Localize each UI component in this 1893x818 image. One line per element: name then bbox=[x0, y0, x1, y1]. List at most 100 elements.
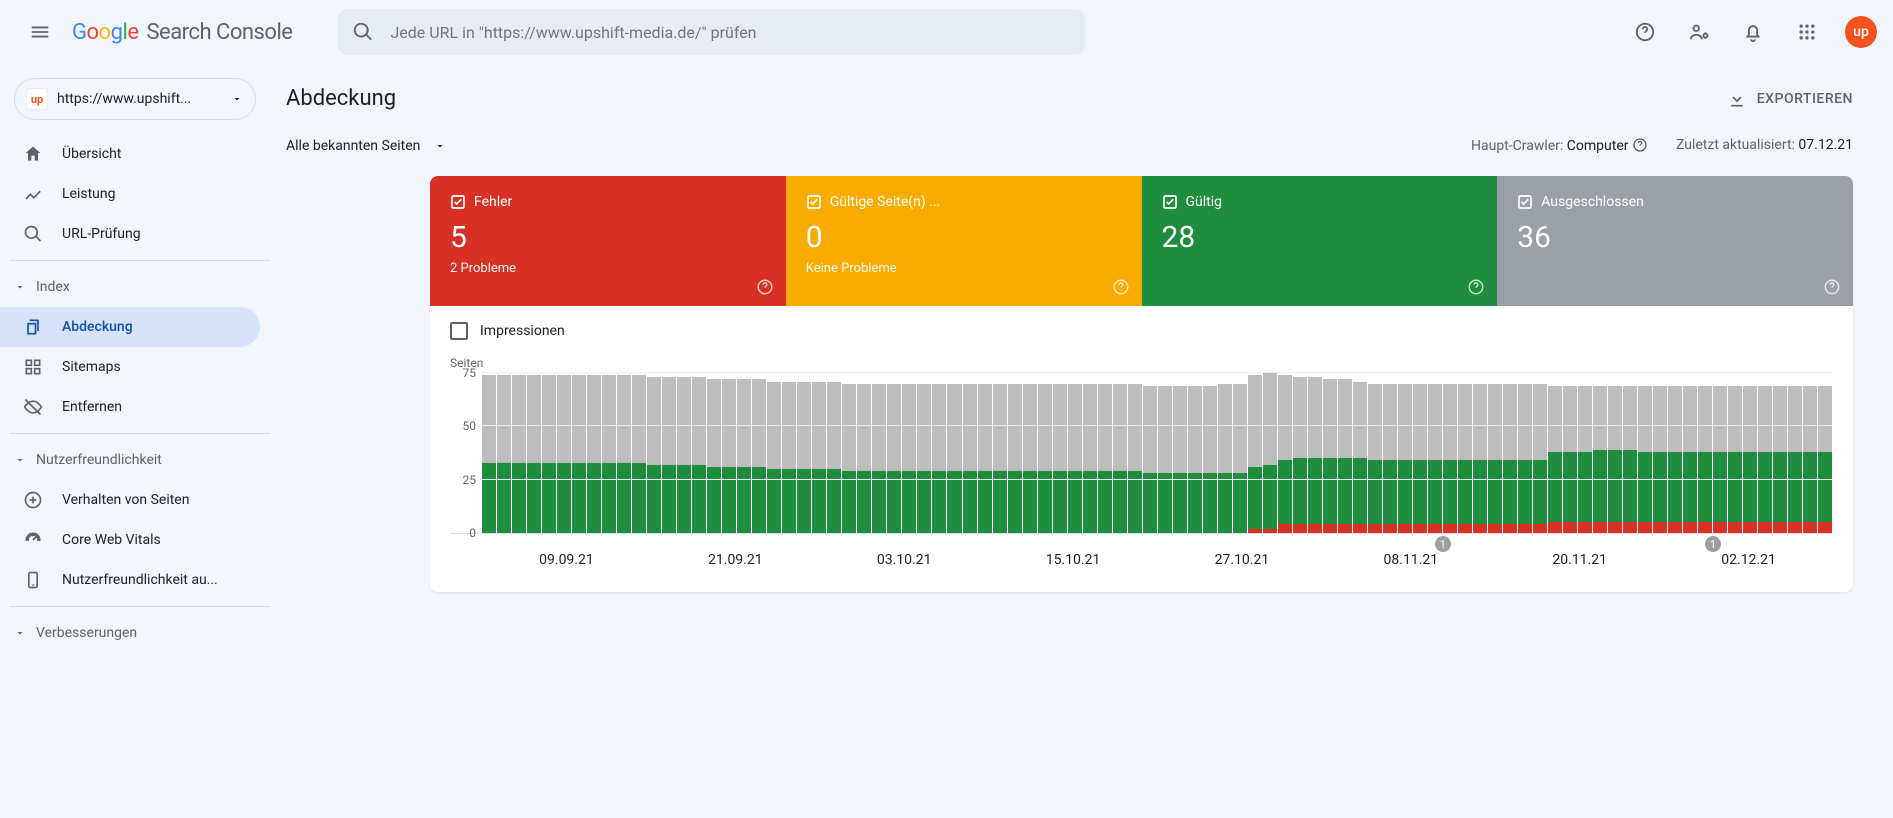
status-tab-yellow[interactable]: Gültige Seite(n) ...0Keine Probleme bbox=[786, 176, 1142, 306]
chart-bar[interactable] bbox=[902, 384, 916, 533]
chart-bar[interactable] bbox=[557, 375, 571, 533]
chart-bar[interactable] bbox=[1443, 384, 1457, 533]
chart-bar[interactable] bbox=[647, 377, 661, 533]
chart-bar[interactable] bbox=[1053, 384, 1067, 533]
chart-bar[interactable] bbox=[1533, 384, 1547, 533]
chart-bar[interactable] bbox=[812, 382, 826, 533]
chart-bar[interactable] bbox=[1653, 386, 1667, 533]
chart-bar[interactable] bbox=[527, 375, 541, 533]
chart-bar[interactable] bbox=[542, 375, 556, 533]
users-settings-button[interactable] bbox=[1675, 8, 1723, 56]
nav-copy[interactable]: Abdeckung bbox=[0, 307, 260, 347]
chart-bar[interactable] bbox=[1218, 384, 1232, 533]
chart-bar[interactable] bbox=[917, 384, 931, 533]
chart-bar[interactable] bbox=[1248, 375, 1262, 533]
chart-bar[interactable] bbox=[617, 375, 631, 533]
chart-bar[interactable] bbox=[1623, 386, 1637, 533]
chart-bar[interactable] bbox=[1668, 386, 1682, 533]
chart-bar[interactable] bbox=[1743, 386, 1757, 533]
chart-bar[interactable] bbox=[857, 384, 871, 533]
chart-bar[interactable] bbox=[1038, 384, 1052, 533]
nav-plus[interactable]: Verhalten von Seiten bbox=[0, 480, 260, 520]
chart-bar[interactable] bbox=[978, 384, 992, 533]
chart-bar[interactable] bbox=[1488, 384, 1502, 533]
help-icon[interactable] bbox=[1112, 278, 1130, 296]
status-tab-red[interactable]: Fehler52 Probleme bbox=[430, 176, 786, 306]
chart-bar[interactable] bbox=[1608, 386, 1622, 533]
chart-bar[interactable] bbox=[1353, 382, 1367, 533]
chart-bar[interactable] bbox=[1773, 386, 1787, 533]
chart-bar[interactable] bbox=[1143, 386, 1157, 533]
chart-bar[interactable] bbox=[842, 384, 856, 533]
chart-bar[interactable] bbox=[1323, 379, 1337, 533]
chart-bar[interactable] bbox=[1788, 386, 1802, 533]
status-tab-green[interactable]: Gültig28 bbox=[1142, 176, 1498, 306]
chart-bar[interactable] bbox=[587, 375, 601, 533]
chart-bar[interactable] bbox=[1503, 384, 1517, 533]
help-icon[interactable] bbox=[1467, 278, 1485, 296]
chart-bar[interactable] bbox=[1113, 384, 1127, 533]
chart-bar[interactable] bbox=[1518, 384, 1532, 533]
chart-bar[interactable] bbox=[482, 375, 496, 533]
nav-speed[interactable]: Core Web Vitals bbox=[0, 520, 260, 560]
chart-bar[interactable] bbox=[1713, 386, 1727, 533]
nav-hide[interactable]: Entfernen bbox=[0, 387, 260, 427]
chart-bar[interactable] bbox=[1203, 386, 1217, 533]
impressions-checkbox[interactable] bbox=[450, 322, 468, 340]
chart-bar[interactable] bbox=[1473, 384, 1487, 533]
chart-bar[interactable] bbox=[1263, 373, 1277, 533]
help-icon[interactable] bbox=[1632, 137, 1648, 153]
chart-bar[interactable] bbox=[797, 382, 811, 533]
help-icon[interactable] bbox=[1823, 278, 1841, 296]
status-tab-grey[interactable]: Ausgeschlossen36 bbox=[1497, 176, 1853, 306]
chart-bar[interactable] bbox=[767, 382, 781, 533]
chart-bar[interactable] bbox=[632, 375, 646, 533]
chart-bar[interactable] bbox=[1548, 386, 1562, 533]
chart-bar[interactable] bbox=[1173, 386, 1187, 533]
chart-bar[interactable] bbox=[1188, 386, 1202, 533]
chart-bar[interactable] bbox=[602, 375, 616, 533]
chart-bar[interactable] bbox=[737, 379, 751, 533]
property-selector[interactable]: up https://www.upshift... bbox=[14, 78, 256, 120]
chart-bar[interactable] bbox=[1368, 384, 1382, 533]
section-enhancements[interactable]: Verbesserungen bbox=[0, 613, 270, 653]
chart-bar[interactable] bbox=[932, 384, 946, 533]
notifications-button[interactable] bbox=[1729, 8, 1777, 56]
page-filter[interactable]: Alle bekannten Seiten bbox=[286, 138, 446, 154]
chart-bar[interactable] bbox=[1428, 384, 1442, 533]
export-button[interactable]: EXPORTIEREN bbox=[1727, 89, 1853, 109]
chart-bar[interactable] bbox=[707, 379, 721, 533]
help-icon[interactable] bbox=[756, 278, 774, 296]
chart-bar[interactable] bbox=[782, 382, 796, 533]
chart-bar[interactable] bbox=[1563, 386, 1577, 533]
chart-bar[interactable] bbox=[722, 379, 736, 533]
url-inspect-input[interactable] bbox=[388, 22, 1071, 43]
chart-bar[interactable] bbox=[1128, 384, 1142, 533]
chart-bar[interactable] bbox=[827, 382, 841, 533]
chart-bar[interactable] bbox=[1803, 386, 1817, 533]
chart-bar[interactable] bbox=[1458, 384, 1472, 533]
annotation-marker[interactable]: 1 bbox=[1435, 536, 1451, 552]
chart-bar[interactable] bbox=[993, 384, 1007, 533]
annotation-marker[interactable]: 1 bbox=[1705, 536, 1721, 552]
chart-bar[interactable] bbox=[1233, 384, 1247, 533]
chart-bar[interactable] bbox=[692, 377, 706, 533]
chart-bar[interactable] bbox=[662, 377, 676, 533]
chart-bar[interactable] bbox=[1578, 386, 1592, 533]
chart-bar[interactable] bbox=[963, 384, 977, 533]
nav-trend[interactable]: Leistung bbox=[0, 174, 260, 214]
chart-bar[interactable] bbox=[1008, 384, 1022, 533]
chart-bar[interactable] bbox=[1638, 386, 1652, 533]
nav-search[interactable]: URL-Prüfung bbox=[0, 214, 260, 254]
chart-bar[interactable] bbox=[752, 379, 766, 533]
section-ux[interactable]: Nutzerfreundlichkeit bbox=[0, 440, 270, 480]
chart-bar[interactable] bbox=[1068, 384, 1082, 533]
account-avatar[interactable]: up bbox=[1845, 16, 1877, 48]
url-inspect-search[interactable] bbox=[338, 9, 1085, 55]
chart-bar[interactable] bbox=[1308, 377, 1322, 533]
chart-bar[interactable] bbox=[1698, 386, 1712, 533]
chart-bar[interactable] bbox=[512, 375, 526, 533]
nav-home[interactable]: Übersicht bbox=[0, 134, 260, 174]
chart-bar[interactable] bbox=[1083, 384, 1097, 533]
menu-button[interactable] bbox=[16, 8, 64, 56]
